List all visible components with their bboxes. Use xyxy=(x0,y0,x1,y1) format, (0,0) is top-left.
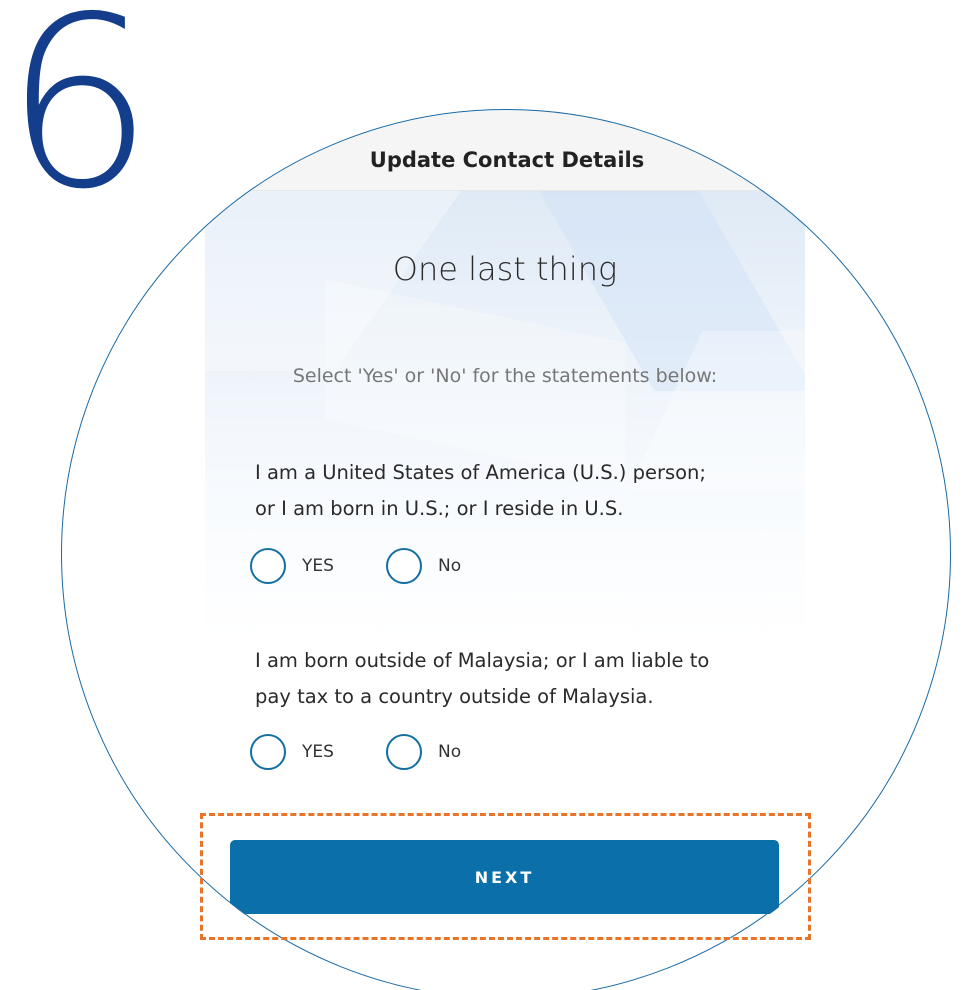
question-foreign-tax: I am born outside of Malaysia; or I am l… xyxy=(255,643,795,715)
radio-button-icon[interactable] xyxy=(250,548,286,584)
question-text-line: or I am born in U.S.; or I reside in U.S… xyxy=(255,497,624,520)
question-text-line: I am born outside of Malaysia; or I am l… xyxy=(255,649,710,672)
radio-label: YES xyxy=(302,556,334,576)
title-bar: Update Contact Details xyxy=(62,110,952,191)
radio-no-us-person[interactable]: No xyxy=(386,548,461,584)
radio-label: No xyxy=(438,742,462,762)
radio-button-icon[interactable] xyxy=(386,734,422,770)
radio-yes-foreign-tax[interactable]: YES xyxy=(250,734,386,770)
radio-yes-us-person[interactable]: YES xyxy=(250,548,386,584)
instruction-text: Select 'Yes' or 'No' for the statements … xyxy=(292,365,718,387)
question-us-person: I am a United States of America (U.S.) p… xyxy=(255,455,795,527)
radio-button-icon[interactable] xyxy=(250,734,286,770)
question-text-line: I am a United States of America (U.S.) p… xyxy=(255,461,706,484)
page-title: Update Contact Details xyxy=(369,148,645,172)
magnified-screen: Update Contact Details One last thing Se… xyxy=(62,110,952,990)
radio-label: No xyxy=(438,556,462,576)
radio-no-foreign-tax[interactable]: No xyxy=(386,734,461,770)
next-button[interactable]: NEXT xyxy=(230,840,779,914)
radio-button-icon[interactable] xyxy=(386,548,422,584)
radio-group-us-person: YES No xyxy=(250,546,461,586)
tutorial-step-frame: 6 Update Contact Details One last thing … xyxy=(0,0,963,990)
radio-group-foreign-tax: YES No xyxy=(250,732,461,772)
question-text-line: pay tax to a country outside of Malaysia… xyxy=(255,685,654,708)
radio-label: YES xyxy=(302,742,334,762)
section-heading: One last thing xyxy=(392,250,618,288)
